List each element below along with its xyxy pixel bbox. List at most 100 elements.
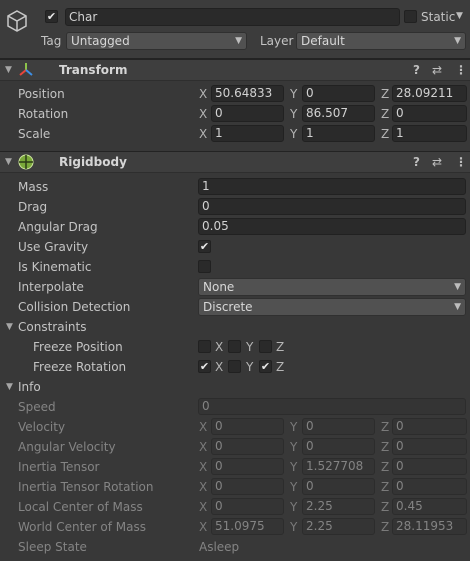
info-world-center-of-mass-z-axis-label: Z [381,520,390,534]
info-angular-velocity-x-field: 0 [211,438,284,455]
transform-rotation-z-field[interactable]: 0 [392,105,467,122]
info-local-center-of-mass-x-field: 0 [211,498,284,515]
info-inertia-tensor-y-axis-label: Y [290,460,298,474]
transform-scale-label: Scale [18,127,51,141]
freeze-position-z-checkbox[interactable] [259,340,272,353]
mass-field[interactable]: 1 [198,178,466,195]
use-gravity-checkbox[interactable]: ✔ [198,240,211,253]
freeze-rotation-z-label: Z [276,360,285,374]
info-angular-velocity-z-axis-label: Z [381,440,390,454]
constraints-label[interactable]: Constraints [18,317,86,337]
transform-rotation-y-field[interactable]: 86.507 [302,105,375,122]
transform-position-y-field[interactable]: 0 [302,85,375,102]
freeze-position-x-checkbox[interactable] [198,340,211,353]
use-gravity-label: Use Gravity [18,240,89,254]
static-checkbox[interactable] [404,10,417,23]
info-local-center-of-mass-x-axis-label: X [199,500,208,514]
freeze-rotation-z-checkbox[interactable]: ✔ [259,360,272,373]
freeze-rotation-x-label: X [215,360,224,374]
transform-scale-z-field[interactable]: 1 [392,125,467,142]
drag-field[interactable]: 0 [198,198,466,215]
info-velocity-x-field: 0 [211,418,284,435]
help-icon[interactable]: ? [413,152,420,172]
is-kinematic-checkbox[interactable] [198,260,211,273]
freeze-position-z-label: Z [276,340,285,354]
info-inertia-tensor-rotation-x-axis-label: X [199,480,208,494]
presets-icon[interactable]: ⇄ [432,152,442,172]
help-icon[interactable]: ? [413,60,420,80]
transform-scale-x-axis-label: X [199,127,208,141]
info-inertia-tensor-z-axis-label: Z [381,460,390,474]
fold-arrow-icon[interactable]: ▼ [5,152,12,172]
tag-value: Untagged [71,34,130,48]
info-inertia-tensor-rotation-y-axis-label: Y [290,480,298,494]
info-angular-velocity-z-field: 0 [392,438,467,455]
tag-dropdown[interactable]: Untagged ▼ [66,32,247,50]
transform-rotation-z-axis-label: Z [381,107,390,121]
info-inertia-tensor-rotation-z-field: 0 [392,478,467,495]
info-velocity-z-field: 0 [392,418,467,435]
tag-label: Tag [41,34,62,48]
drag-label: Drag [18,200,48,214]
info-world-center-of-mass-y-field: 2.25 [302,518,375,535]
transform-position-label: Position [18,87,65,101]
active-checkbox[interactable]: ✔ [45,10,58,23]
transform-position-x-field[interactable]: 50.64833 [211,85,284,102]
angular-drag-label: Angular Drag [18,220,98,234]
freeze-rotation-y-label: Y [246,360,254,374]
interpolate-value: None [203,280,235,294]
info-world-center-of-mass-label: World Center of Mass [18,520,146,534]
constraints-fold-icon[interactable]: ▼ [6,317,13,337]
transform-scale-y-axis-label: Y [290,127,298,141]
angular-drag-field[interactable]: 0.05 [198,218,466,235]
info-velocity-y-field: 0 [302,418,375,435]
sleep-state-value: Asleep [199,540,240,554]
presets-icon[interactable]: ⇄ [432,60,442,80]
info-inertia-tensor-rotation-label: Inertia Tensor Rotation [18,480,154,494]
transform-scale-y-field[interactable]: 1 [302,125,375,142]
transform-header[interactable]: ▼ Transform ? ⇄ ⋮ [0,59,470,81]
collision-detection-dropdown[interactable]: Discrete ▼ [198,298,466,316]
info-velocity-y-axis-label: Y [290,420,298,434]
static-dropdown-arrow-icon[interactable]: ▼ [456,11,463,21]
info-inertia-tensor-y-field: 1.527708 [302,458,375,475]
interpolate-label: Interpolate [18,280,84,294]
info-local-center-of-mass-z-field: 0.45 [392,498,467,515]
transform-position-x-axis-label: X [199,87,208,101]
collision-detection-label: Collision Detection [18,300,131,314]
chevron-down-icon: ▼ [454,282,461,292]
fold-arrow-icon[interactable]: ▼ [5,60,12,80]
transform-position-z-field[interactable]: 28.09211 [392,85,467,102]
chevron-down-icon: ▼ [454,36,461,46]
kebab-menu-icon[interactable]: ⋮ [455,60,467,80]
freeze-position-y-checkbox[interactable] [228,340,241,353]
gameobject-header: ✔ Char Static ▼ Tag Untagged ▼ Layer Def… [0,0,470,59]
info-velocity-x-axis-label: X [199,420,208,434]
transform-rotation-x-field[interactable]: 0 [211,105,284,122]
transform-scale-x-field[interactable]: 1 [211,125,284,142]
info-velocity-z-axis-label: Z [381,420,390,434]
info-world-center-of-mass-y-axis-label: Y [290,520,298,534]
info-local-center-of-mass-y-axis-label: Y [290,500,298,514]
freeze-rotation-label: Freeze Rotation [33,360,127,374]
info-local-center-of-mass-y-field: 2.25 [302,498,375,515]
info-inertia-tensor-z-field: 0 [392,458,467,475]
layer-dropdown[interactable]: Default ▼ [296,32,466,50]
info-label[interactable]: Info [18,377,41,397]
collision-detection-value: Discrete [203,300,253,314]
info-inertia-tensor-rotation-y-field: 0 [302,478,375,495]
info-world-center-of-mass-x-axis-label: X [199,520,208,534]
gameobject-name-field[interactable]: Char [65,8,400,26]
info-angular-velocity-label: Angular Velocity [18,440,116,454]
interpolate-dropdown[interactable]: None ▼ [198,278,466,296]
freeze-rotation-y-checkbox[interactable] [228,360,241,373]
rigidbody-header[interactable]: ▼ Rigidbody ? ⇄ ⋮ [0,151,470,173]
sleep-state-label: Sleep State [18,540,87,554]
layer-value: Default [301,34,345,48]
freeze-position-y-label: Y [246,340,254,354]
info-fold-icon[interactable]: ▼ [6,377,13,397]
freeze-rotation-x-checkbox[interactable]: ✔ [198,360,211,373]
rigidbody-icon [18,154,34,173]
kebab-menu-icon[interactable]: ⋮ [455,152,467,172]
info-local-center-of-mass-z-axis-label: Z [381,500,390,514]
